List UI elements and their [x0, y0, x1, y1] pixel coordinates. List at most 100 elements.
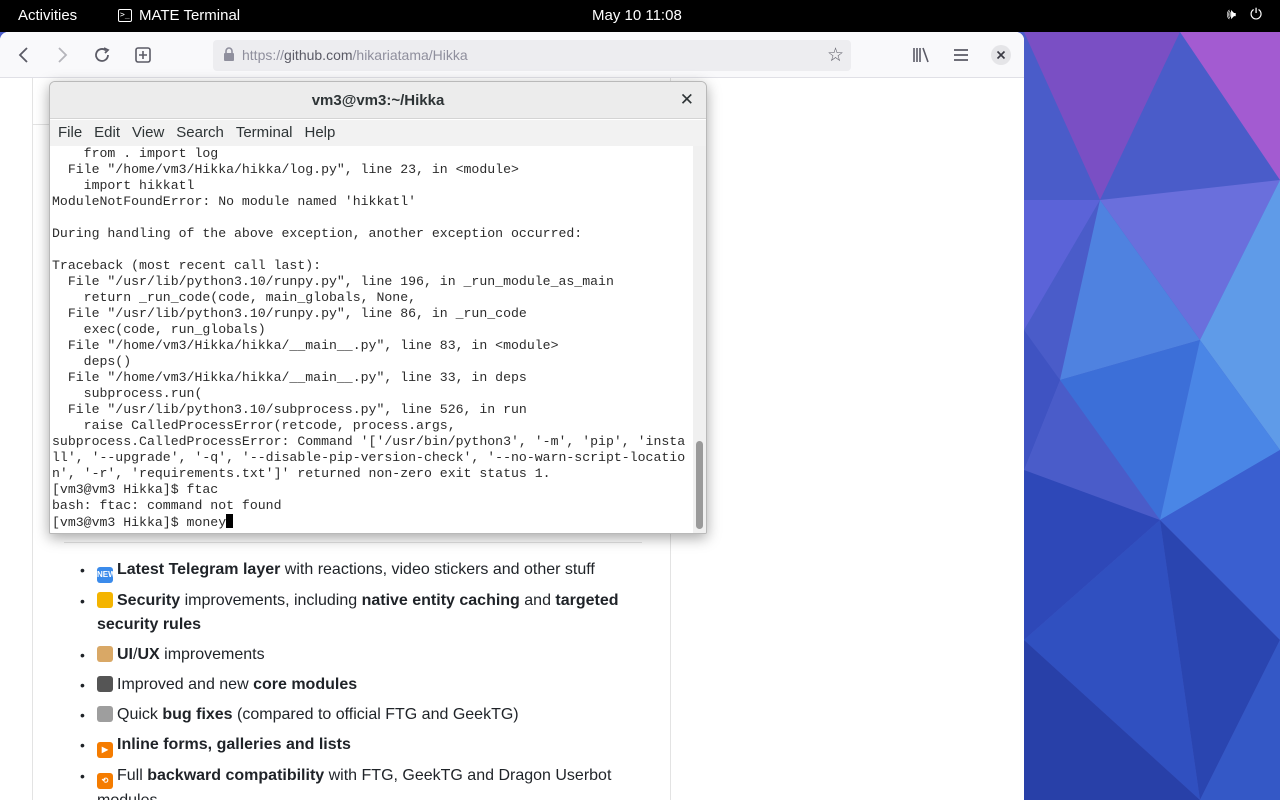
terminal-line: from . import log: [83, 146, 219, 161]
browser-toolbar: https://github.com/hikariatama/Hikka ☆: [0, 32, 1024, 78]
menu-search[interactable]: Search: [176, 120, 232, 146]
emphasis-text: UX: [137, 646, 160, 663]
reload-button[interactable]: [89, 42, 115, 68]
volume-icon: 🕪: [1226, 6, 1237, 23]
close-window-button[interactable]: [988, 42, 1014, 68]
terminal-line: During handling of the above exception, …: [52, 226, 583, 241]
clock[interactable]: May 10 11:08: [592, 7, 682, 24]
app-menu[interactable]: >_ MATE Terminal: [118, 7, 240, 24]
new-tab-button[interactable]: [130, 42, 156, 68]
close-icon: [991, 45, 1011, 65]
bookmark-star-icon[interactable]: ☆: [827, 44, 844, 67]
terminal-line: raise CalledProcessError(retcode, proces…: [83, 418, 456, 433]
url-bar[interactable]: https://github.com/hikariatama/Hikka ☆: [213, 40, 851, 71]
body-text: with reactions, video stickers and other…: [280, 561, 595, 578]
system-menu[interactable]: 🕪 ⏻: [1227, 6, 1262, 23]
repeat-icon: ⟲: [97, 773, 113, 789]
terminal-line: ModuleNotFoundError: No module named 'hi…: [52, 194, 417, 209]
top-bar: Activities >_ MATE Terminal May 10 11:08…: [0, 0, 1280, 32]
plus-box-icon: [135, 47, 151, 63]
body-text: Quick: [117, 706, 163, 723]
terminal-menubar: File Edit View Search Terminal Help: [50, 120, 706, 146]
stopwatch-icon: [97, 706, 113, 722]
new-icon: NEW: [97, 567, 116, 583]
emphasis-text: native entity caching: [361, 592, 520, 609]
emphasis-text: core modules: [253, 676, 358, 693]
menu-terminal[interactable]: Terminal: [236, 120, 301, 146]
terminal-line: subprocess.run(: [83, 386, 203, 401]
body-text: improvements, including: [180, 592, 362, 609]
divider: [32, 124, 50, 125]
list-item: ⟲Full backward compatibility with FTG, G…: [80, 764, 640, 800]
terminal-line: exec(code, run_globals): [83, 322, 266, 337]
list-item: ▶Inline forms, galleries and lists: [80, 733, 640, 758]
list-item: Security improvements, including native …: [80, 589, 640, 637]
lock-icon: [97, 592, 113, 608]
menu-button[interactable]: [948, 42, 974, 68]
list-item: NEWLatest Telegram layer with reactions,…: [80, 558, 640, 583]
terminal-title: vm3@vm3:~/Hikka: [311, 92, 445, 109]
body-text: Improved and new: [117, 676, 254, 693]
terminal-line: File "/home/vm3/Hikka/hikka/__main__.py"…: [67, 370, 527, 385]
activities-button[interactable]: Activities: [18, 7, 77, 24]
palette-icon: [97, 646, 113, 662]
scrollbar-thumb[interactable]: [696, 441, 703, 529]
arrow-right-icon: [58, 47, 68, 63]
divider: [32, 78, 33, 800]
back-button[interactable]: [11, 42, 37, 68]
terminal-line: Traceback (most recent call last):: [52, 258, 322, 273]
terminal-line: File "/home/vm3/Hikka/hikka/__main__.py"…: [67, 338, 559, 353]
terminal-line: bash: ftac: command not found: [52, 498, 282, 513]
terminal-line: File "/usr/lib/python3.10/subprocess.py"…: [67, 402, 527, 417]
terminal-output[interactable]: from . import log File "/home/vm3/Hikka/…: [50, 146, 692, 533]
terminal-line: subprocess.CalledProcessError: Command '…: [52, 434, 686, 449]
play-button-icon: ▶: [97, 742, 113, 758]
library-button[interactable]: [908, 42, 934, 68]
divider: [64, 542, 642, 543]
list-item: Quick bug fixes (compared to official FT…: [80, 703, 640, 727]
command-input[interactable]: money: [187, 515, 227, 530]
close-icon[interactable]: ✕: [680, 90, 694, 110]
terminal-line: File "/usr/lib/python3.10/runpy.py", lin…: [67, 306, 527, 321]
body-text: (compared to official FTG and GeekTG): [232, 706, 519, 723]
feature-list: NEWLatest Telegram layer with reactions,…: [80, 558, 640, 800]
forward-button[interactable]: [49, 42, 75, 68]
cassette-icon: [97, 676, 113, 692]
list-item: Improved and new core modules: [80, 673, 640, 697]
terminal-line: ll', '--upgrade', '-q', '--disable-pip-v…: [52, 450, 686, 465]
power-icon: ⏻: [1250, 6, 1262, 23]
terminal-scrollbar[interactable]: [693, 146, 706, 533]
terminal-line: n', '-r', 'requirements.txt']' returned …: [52, 466, 551, 481]
lock-icon: [224, 47, 234, 61]
menu-help[interactable]: Help: [305, 120, 344, 146]
url-text: https://github.com/hikariatama/Hikka: [242, 47, 468, 63]
terminal-text: from . import log File "/home/vm3/Hikka/…: [52, 146, 685, 531]
hamburger-icon: [954, 49, 968, 61]
reload-icon: [95, 47, 110, 62]
emphasis-text: UI: [117, 646, 133, 663]
list-item: UI/UX improvements: [80, 643, 640, 667]
body-text: and: [519, 592, 556, 609]
terminal-line: import hikkatl: [83, 178, 195, 193]
text-cursor: [226, 514, 234, 528]
terminal-line: return _run_code(code, main_globals, Non…: [83, 290, 417, 305]
arrow-left-icon: [18, 47, 28, 63]
menu-file[interactable]: File: [58, 120, 90, 146]
menu-edit[interactable]: Edit: [94, 120, 128, 146]
terminal-line: File "/usr/lib/python3.10/runpy.py", lin…: [67, 274, 614, 289]
body-text: Full: [117, 767, 148, 784]
terminal-icon: >_: [118, 9, 132, 22]
terminal-titlebar[interactable]: vm3@vm3:~/Hikka ✕: [50, 82, 706, 119]
terminal-line: deps(): [83, 354, 132, 369]
menu-view[interactable]: View: [132, 120, 172, 146]
library-icon: [913, 47, 929, 63]
app-name: MATE Terminal: [139, 7, 241, 24]
body-text: improvements: [159, 646, 265, 663]
emphasis-text: Inline forms, galleries and lists: [117, 736, 351, 753]
emphasis-text: bug fixes: [162, 706, 233, 723]
emphasis-text: Security: [117, 592, 181, 609]
terminal-line: File "/home/vm3/Hikka/hikka/log.py", lin…: [67, 162, 519, 177]
emphasis-text: backward compatibility: [147, 767, 325, 784]
terminal-window: vm3@vm3:~/Hikka ✕ File Edit View Search …: [49, 81, 707, 534]
shell-prompt: [vm3@vm3 Hikka]$: [52, 515, 187, 530]
